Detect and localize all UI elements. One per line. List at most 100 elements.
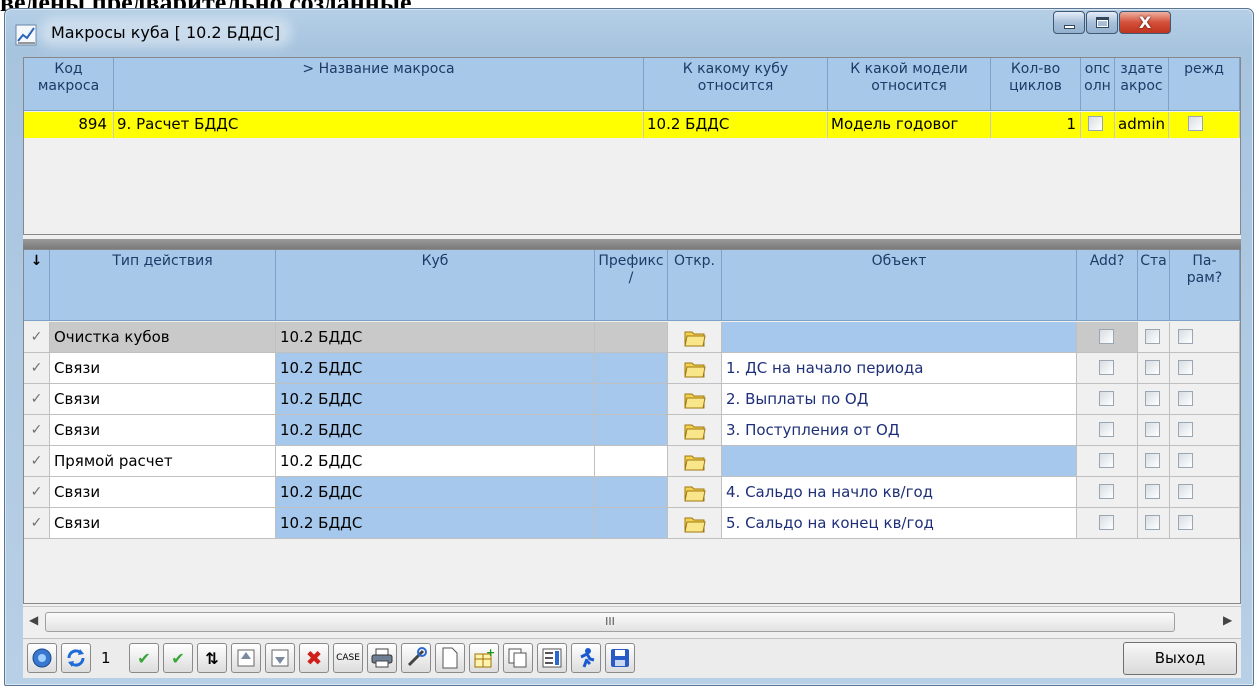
- action-object[interactable]: 4. Сальдо на начло кв/год: [722, 477, 1077, 508]
- add-checkbox[interactable]: [1099, 360, 1114, 375]
- scroll-right-icon[interactable]: ▶: [1223, 613, 1232, 627]
- col-header-name[interactable]: > Название макроса: [114, 58, 644, 111]
- param-checkbox[interactable]: [1178, 515, 1193, 530]
- action-type[interactable]: Связи: [50, 415, 276, 446]
- folder-icon[interactable]: [684, 328, 706, 347]
- action-prefix[interactable]: [595, 446, 668, 477]
- param-checkbox[interactable]: [1178, 422, 1193, 437]
- table-row[interactable]: ✓ Связи 10.2 БДДС 2. Выплаты по ОД: [24, 384, 1242, 415]
- col-header-cube[interactable]: Куб: [276, 250, 595, 321]
- action-cube[interactable]: 10.2 БДДС: [276, 415, 595, 446]
- action-prefix[interactable]: [595, 353, 668, 384]
- col-header-sta[interactable]: Ста: [1138, 250, 1170, 321]
- col-header-cube[interactable]: К какому кубу относится: [644, 58, 828, 111]
- horizontal-scrollbar[interactable]: ◀ III ▶: [23, 606, 1241, 636]
- col-header-warn[interactable]: режд: [1169, 58, 1240, 111]
- folder-icon[interactable]: [684, 514, 706, 533]
- action-object[interactable]: 2. Выплаты по ОД: [722, 384, 1077, 415]
- action-type[interactable]: Очистка кубов: [50, 322, 276, 353]
- folder-icon[interactable]: [684, 452, 706, 471]
- action-type[interactable]: Связи: [50, 384, 276, 415]
- action-object[interactable]: [722, 322, 1077, 353]
- col-header-creator[interactable]: здате акрос: [1115, 58, 1169, 111]
- folder-icon[interactable]: [684, 359, 706, 378]
- action-type[interactable]: Связи: [50, 477, 276, 508]
- new-doc-button[interactable]: [435, 643, 465, 673]
- col-header-object[interactable]: Объект: [722, 250, 1077, 321]
- run-button[interactable]: [571, 643, 601, 673]
- col-header-param[interactable]: Па- рам?: [1170, 250, 1240, 321]
- refresh-button[interactable]: [61, 643, 91, 673]
- sta-checkbox[interactable]: [1145, 515, 1160, 530]
- add-checkbox[interactable]: [1099, 329, 1114, 344]
- macro-cube[interactable]: 10.2 БДДС: [644, 112, 828, 138]
- action-cube[interactable]: 10.2 БДДС: [276, 384, 595, 415]
- scrollbar-thumb[interactable]: III: [45, 612, 1175, 632]
- action-cube[interactable]: 10.2 БДДС: [276, 477, 595, 508]
- folder-icon[interactable]: [684, 390, 706, 409]
- close-button[interactable]: X: [1119, 11, 1171, 34]
- col-header-opt[interactable]: опс олн: [1081, 58, 1115, 111]
- col-header-open[interactable]: Откр.: [668, 250, 722, 321]
- sort-arrow-icon[interactable]: ↓: [24, 250, 50, 321]
- columns-button[interactable]: [537, 643, 567, 673]
- macro-creator[interactable]: admin: [1115, 112, 1169, 138]
- param-checkbox[interactable]: [1178, 329, 1193, 344]
- add-table-button[interactable]: +: [469, 643, 499, 673]
- table-row[interactable]: ✓ Очистка кубов 10.2 БДДС: [24, 322, 1242, 353]
- table-row[interactable]: ✓ Связи 10.2 БДДС 5. Сальдо на конец кв/год: [24, 508, 1242, 539]
- help-button[interactable]: [27, 643, 57, 673]
- table-row[interactable]: ✓ Связи 10.2 БДДС 4. Сальдо на начло кв/год: [24, 477, 1242, 508]
- copy-button[interactable]: [503, 643, 533, 673]
- opt-checkbox[interactable]: [1088, 116, 1103, 131]
- action-cube[interactable]: 10.2 БДДС: [276, 322, 595, 353]
- add-checkbox[interactable]: [1099, 422, 1114, 437]
- add-checkbox[interactable]: [1099, 515, 1114, 530]
- action-prefix[interactable]: [595, 415, 668, 446]
- table-row[interactable]: ✓ Прямой расчет 10.2 БДДС: [24, 446, 1242, 477]
- add-checkbox[interactable]: [1099, 453, 1114, 468]
- col-header-add[interactable]: Add?: [1077, 250, 1138, 321]
- add-checkbox[interactable]: [1099, 391, 1114, 406]
- macro-cycles[interactable]: 1: [991, 112, 1081, 138]
- action-prefix[interactable]: [595, 508, 668, 539]
- sort-button[interactable]: ⇅: [197, 643, 227, 673]
- splitter[interactable]: [23, 239, 1241, 249]
- actions-grid[interactable]: ↓ Тип действия Куб Префикс / Откр. Объек…: [23, 249, 1241, 604]
- delete-button[interactable]: ✖: [299, 643, 329, 673]
- table-row[interactable]: 894 9. Расчет БДДС 10.2 БДДС Модель годо…: [24, 112, 1240, 138]
- action-object[interactable]: 3. Поступления от ОД: [722, 415, 1077, 446]
- folder-icon[interactable]: [684, 421, 706, 440]
- param-checkbox[interactable]: [1178, 391, 1193, 406]
- param-checkbox[interactable]: [1178, 360, 1193, 375]
- action-type[interactable]: Прямой расчет: [50, 446, 276, 477]
- col-header-code[interactable]: Код макроса: [24, 58, 114, 111]
- action-object[interactable]: 5. Сальдо на конец кв/год: [722, 508, 1077, 539]
- col-header-type[interactable]: Тип действия: [50, 250, 276, 321]
- macro-code[interactable]: 894: [24, 112, 114, 138]
- title-bar[interactable]: Макросы куба [ 10.2 БДДС] X: [5, 9, 1253, 57]
- param-checkbox[interactable]: [1178, 484, 1193, 499]
- sta-checkbox[interactable]: [1145, 391, 1160, 406]
- scroll-left-icon[interactable]: ◀: [29, 613, 38, 627]
- action-cube[interactable]: 10.2 БДДС: [276, 353, 595, 384]
- macro-model[interactable]: Модель годовог: [828, 112, 991, 138]
- col-header-model[interactable]: К какой модели относится: [828, 58, 991, 111]
- action-cube[interactable]: 10.2 БДДС: [276, 508, 595, 539]
- sta-checkbox[interactable]: [1145, 360, 1160, 375]
- move-up-button[interactable]: [231, 643, 261, 673]
- table-row[interactable]: ✓ Связи 10.2 БДДС 3. Поступления от ОД: [24, 415, 1242, 446]
- action-type[interactable]: Связи: [50, 353, 276, 384]
- action-type[interactable]: Связи: [50, 508, 276, 539]
- sta-checkbox[interactable]: [1145, 422, 1160, 437]
- check-button[interactable]: ✔: [129, 643, 159, 673]
- check-all-button[interactable]: ✔: [163, 643, 193, 673]
- sta-checkbox[interactable]: [1145, 484, 1160, 499]
- warn-checkbox[interactable]: [1188, 116, 1203, 131]
- col-header-prefix[interactable]: Префикс /: [595, 250, 668, 321]
- table-row[interactable]: ✓ Связи 10.2 БДДС 1. ДС на начало периода: [24, 353, 1242, 384]
- macro-name[interactable]: 9. Расчет БДДС: [114, 112, 644, 138]
- param-checkbox[interactable]: [1178, 453, 1193, 468]
- action-prefix[interactable]: [595, 322, 668, 353]
- tools-button[interactable]: [401, 643, 431, 673]
